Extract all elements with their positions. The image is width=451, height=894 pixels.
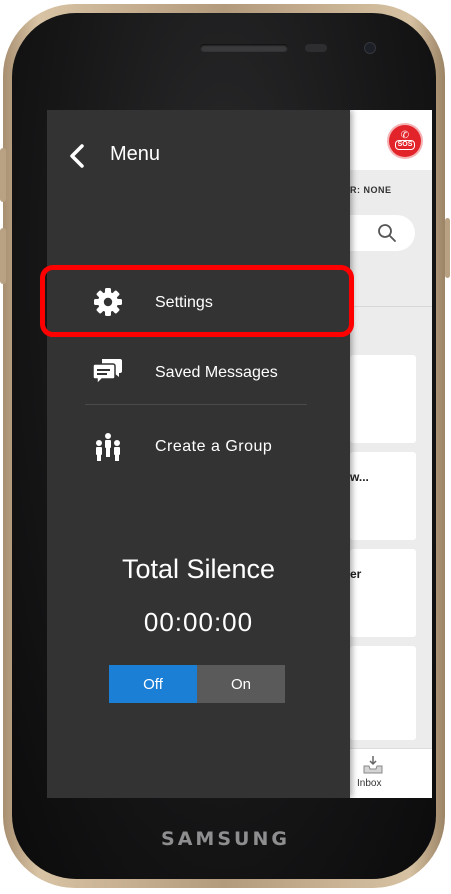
search-icon[interactable]	[377, 223, 397, 243]
drawer-title: Menu	[110, 143, 161, 165]
menu-item-create-group[interactable]: Create a Group	[47, 416, 350, 476]
nav-inbox-label: Inbox	[357, 778, 382, 789]
screen: ✆ SOS R: NONE w... er Inbox Menu Setting…	[47, 110, 432, 798]
navigation-drawer: Menu Settings Saved Messages Create a Gr…	[47, 110, 350, 798]
menu-item-label: Create a Group	[155, 438, 273, 455]
toggle-off-button[interactable]: Off	[109, 665, 197, 703]
total-silence-toggle: Off On	[109, 665, 285, 703]
sos-label: SOS	[394, 139, 416, 150]
gear-icon	[94, 288, 122, 316]
message-card[interactable]: er	[350, 549, 416, 637]
sos-button[interactable]: ✆ SOS	[389, 125, 421, 157]
toggle-on-button[interactable]: On	[197, 665, 285, 703]
menu-item-saved-messages[interactable]: Saved Messages	[47, 342, 350, 402]
inbox-icon	[363, 756, 383, 774]
menu-divider	[85, 404, 307, 405]
chat-bubbles-icon	[93, 359, 122, 386]
back-chevron-icon[interactable]	[67, 144, 87, 168]
bottom-nav: Inbox	[350, 748, 432, 798]
earpiece-speaker	[200, 44, 288, 52]
menu-item-label: Settings	[155, 294, 213, 311]
menu-item-settings[interactable]: Settings	[47, 272, 350, 332]
menu-item-label: Saved Messages	[155, 364, 278, 381]
volume-up-button	[0, 148, 6, 202]
divider	[350, 306, 432, 307]
group-icon	[96, 433, 120, 461]
nav-inbox[interactable]: Inbox	[350, 749, 432, 798]
message-card[interactable]: w...	[350, 452, 416, 540]
front-camera	[364, 42, 376, 54]
message-card[interactable]	[350, 355, 416, 443]
volume-down-button	[0, 228, 6, 284]
total-silence-title: Total Silence	[121, 554, 276, 584]
message-card[interactable]	[350, 646, 416, 740]
total-silence-timer: 00:00:00	[143, 607, 254, 637]
phone-icon: ✆	[400, 129, 410, 141]
brand-logo: SAMSUNG	[161, 828, 290, 850]
card-title: er	[350, 567, 362, 581]
card-title: w...	[350, 470, 369, 484]
proximity-sensor	[305, 44, 327, 52]
power-button	[445, 218, 450, 278]
filter-label: R: NONE	[350, 185, 392, 195]
